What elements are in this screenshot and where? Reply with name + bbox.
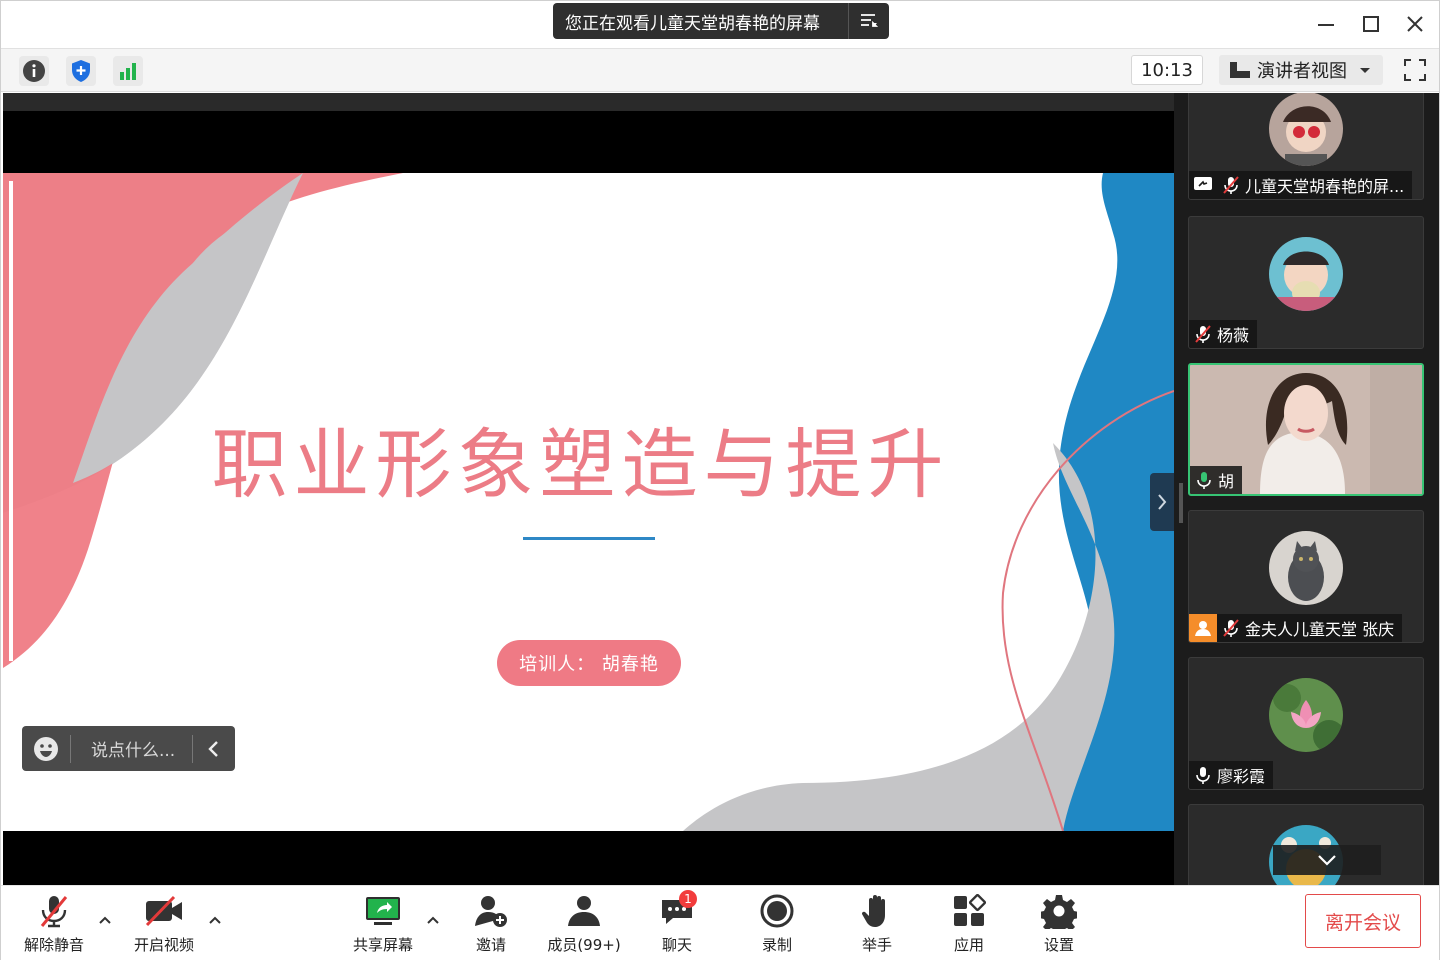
share-banner-text: 您正在观看儿童天堂胡春艳的屏幕 xyxy=(565,13,820,34)
share-screen-button[interactable]: 共享屏幕 xyxy=(347,892,419,956)
record-label: 录制 xyxy=(761,936,792,954)
start-video-label: 开启视频 xyxy=(133,936,194,954)
screen-share-banner[interactable]: 您正在观看儿童天堂胡春艳的屏幕 xyxy=(553,3,889,39)
avatar xyxy=(1269,237,1343,311)
participant-name-tag: 儿童天堂胡春艳的屏... xyxy=(1189,171,1413,199)
share-options-caret-icon[interactable] xyxy=(425,914,441,926)
emoji-icon[interactable] xyxy=(22,736,70,762)
chevron-down-icon xyxy=(1318,855,1336,866)
participant-name: 杨薇 xyxy=(1217,326,1250,345)
meeting-info-icon[interactable] xyxy=(19,56,49,86)
participant-name: 廖彩霞 xyxy=(1217,767,1266,786)
hand-icon xyxy=(862,892,892,930)
participant-name: 金夫人儿童天堂 张庆 xyxy=(1245,620,1395,639)
trainer-label: 培训人： 胡春艳 xyxy=(497,640,681,686)
add-user-icon xyxy=(473,892,509,930)
participant-tile[interactable]: 金夫人儿童天堂 张庆 xyxy=(1188,510,1424,643)
participant-name-tag: 胡 xyxy=(1190,466,1243,494)
title-bar: 您正在观看儿童天堂胡春艳的屏幕 xyxy=(1,1,1439,47)
invite-button[interactable]: 邀请 xyxy=(463,892,519,956)
participant-name-tag: 廖彩霞 xyxy=(1189,761,1274,789)
members-button[interactable]: 成员(99+) xyxy=(541,892,627,956)
avatar xyxy=(1269,93,1343,166)
meeting-window: 您正在观看儿童天堂胡春艳的屏幕 10:13 演讲者视图 职业形象塑造与提升 培训… xyxy=(0,0,1440,960)
view-mode-label: 演讲者视图 xyxy=(1257,61,1347,82)
apps-grid-icon xyxy=(952,892,986,930)
meeting-clock: 10:13 xyxy=(1131,55,1203,85)
chevron-right-icon xyxy=(1158,494,1167,510)
stage-top-strip xyxy=(3,93,1174,111)
members-label: 成员(99+) xyxy=(547,936,621,954)
mic-muted-icon xyxy=(1217,171,1245,199)
maximize-icon[interactable] xyxy=(1358,11,1384,37)
avatar xyxy=(1269,531,1343,605)
apps-button[interactable]: 应用 xyxy=(943,892,995,956)
settings-label: 设置 xyxy=(1043,936,1074,954)
apps-label: 应用 xyxy=(953,936,984,954)
meeting-toolbar: 解除静音 开启视频 共享屏幕 邀请 成员(99+) 聊天 1 录制 举手 应用 … xyxy=(1,885,1439,960)
record-button[interactable]: 录制 xyxy=(751,892,803,956)
participant-name-tag: 杨薇 xyxy=(1189,320,1258,348)
unmute-label: 解除静音 xyxy=(23,936,84,954)
participant-tile[interactable]: 杨薇 xyxy=(1188,216,1424,349)
chevron-left-icon[interactable] xyxy=(193,740,235,758)
leave-meeting-button[interactable]: 离开会议 xyxy=(1305,894,1421,948)
record-icon xyxy=(759,892,795,930)
participant-name-tag: 金夫人儿童天堂 张庆 xyxy=(1189,614,1403,642)
start-video-button[interactable]: 开启视频 xyxy=(129,892,199,956)
video-off-icon xyxy=(144,892,184,930)
participant-tile[interactable] xyxy=(1188,804,1424,885)
mic-muted-icon xyxy=(1217,614,1245,642)
participant-video-panel: 儿童天堂胡春艳的屏... 杨薇 胡 金夫人儿童天堂 张庆 廖彩霞 xyxy=(1174,93,1439,885)
unmute-button[interactable]: 解除静音 xyxy=(19,892,89,956)
mic-icon xyxy=(1189,761,1217,789)
members-icon xyxy=(565,892,603,930)
chat-button[interactable]: 聊天 1 xyxy=(651,890,703,956)
collapse-panel-button[interactable] xyxy=(1150,473,1174,531)
slide-title-text: 职业形象塑造与提升 xyxy=(211,420,950,509)
quick-chat-bar[interactable]: 说点什么... xyxy=(22,726,235,771)
participant-name: 胡 xyxy=(1218,472,1235,491)
panel-resize-handle[interactable] xyxy=(1179,483,1183,523)
video-options-caret-icon[interactable] xyxy=(207,914,223,926)
screen-share-icon xyxy=(1189,171,1217,199)
participant-tile[interactable]: 儿童天堂胡春艳的屏... xyxy=(1188,93,1424,200)
close-icon[interactable] xyxy=(1402,11,1428,37)
participant-tile[interactable]: 廖彩霞 xyxy=(1188,657,1424,790)
settings-button[interactable]: 设置 xyxy=(1033,892,1085,956)
participant-tile-active-speaker[interactable]: 胡 xyxy=(1188,363,1424,496)
security-shield-icon[interactable] xyxy=(66,56,96,86)
share-screen-icon xyxy=(364,892,402,930)
audio-options-caret-icon[interactable] xyxy=(97,914,113,926)
slide-title: 职业形象塑造与提升 xyxy=(3,403,1174,513)
speaker-view-icon xyxy=(1230,62,1250,78)
participant-name: 儿童天堂胡春艳的屏... xyxy=(1245,177,1405,196)
fullscreen-icon[interactable] xyxy=(1401,56,1429,84)
avatar xyxy=(1269,678,1343,752)
banner-menu-icon[interactable] xyxy=(849,13,889,29)
unread-badge: 1 xyxy=(679,890,697,908)
view-mode-dropdown[interactable]: 演讲者视图 xyxy=(1219,55,1383,85)
signal-strength-icon[interactable] xyxy=(113,56,143,86)
gear-icon xyxy=(1041,892,1077,930)
raise-hand-button[interactable]: 举手 xyxy=(851,892,903,956)
scroll-down-button[interactable] xyxy=(1273,845,1381,875)
slide-divider-line xyxy=(523,537,655,540)
mic-active-icon xyxy=(1190,466,1218,494)
raise-hand-label: 举手 xyxy=(861,936,892,954)
chat-placeholder[interactable]: 说点什么... xyxy=(71,736,192,761)
mic-muted-icon xyxy=(1189,320,1217,348)
user-icon xyxy=(1189,614,1217,642)
invite-label: 邀请 xyxy=(475,936,506,954)
chevron-down-icon xyxy=(1360,68,1370,73)
chat-label: 聊天 xyxy=(661,936,692,954)
share-screen-label: 共享屏幕 xyxy=(352,936,413,954)
mic-muted-icon xyxy=(38,892,70,930)
minimize-icon[interactable] xyxy=(1313,11,1339,37)
meeting-info-bar: 10:13 演讲者视图 xyxy=(1,48,1439,92)
shared-screen-area: 职业形象塑造与提升 培训人： 胡春艳 说点什么... xyxy=(3,93,1174,885)
